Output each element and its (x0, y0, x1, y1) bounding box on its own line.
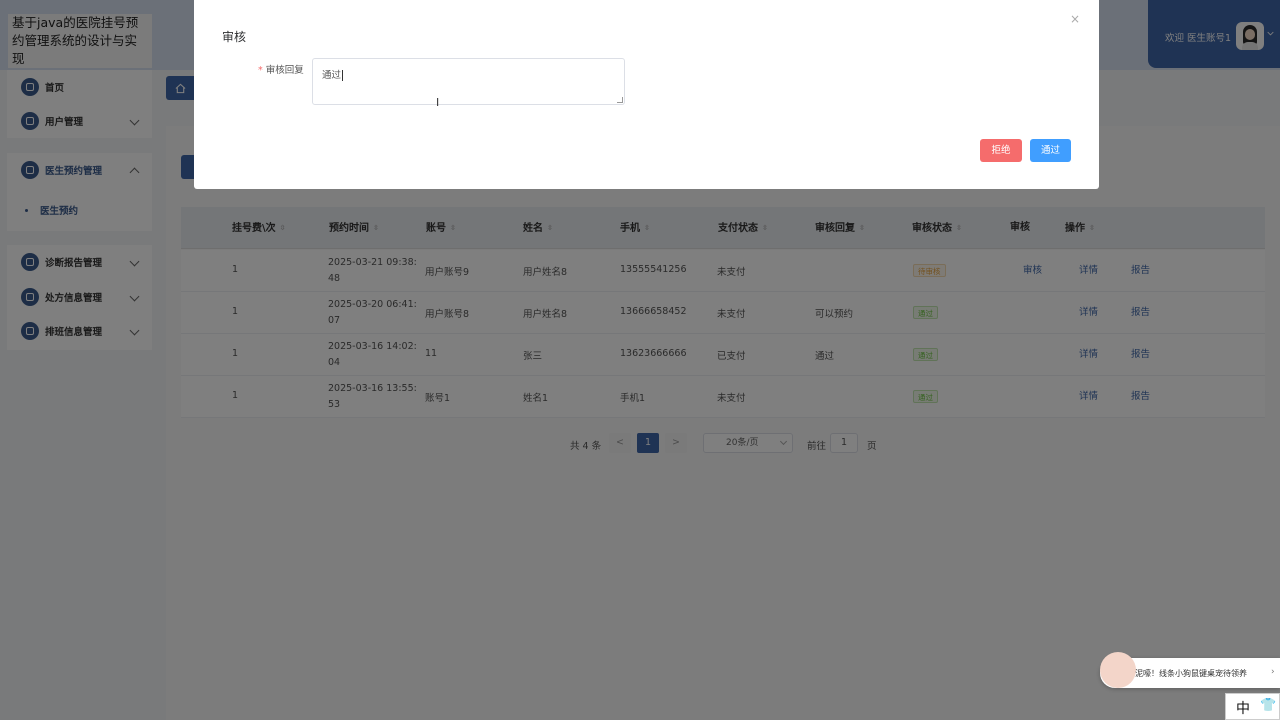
app-root: 基于java的医院挂号预约管理系统的设计与实现 欢迎 医生账号1 首页 用户管理 (0, 0, 1280, 720)
ibeam-cursor-icon: I (436, 96, 440, 109)
reply-textarea[interactable]: 通过 (312, 58, 625, 105)
ime-mode-toggle[interactable]: 中 (1236, 698, 1250, 718)
resize-handle[interactable] (617, 97, 623, 103)
shirt-icon[interactable]: 👕 (1260, 698, 1276, 713)
required-mark: * (258, 65, 263, 76)
reply-label: * 审核回复 (258, 62, 304, 76)
reply-text: 通过 (322, 70, 342, 81)
chevron-right-icon[interactable]: › (1271, 667, 1275, 677)
puppy-mascot-icon (1100, 652, 1136, 688)
notification-banner[interactable]: 泥嚎！线条小狗鼠键桌宠待领养 › (1100, 652, 1280, 688)
ime-toolbar: 中 👕 (1225, 693, 1280, 720)
notification-text: 泥嚎！线条小狗鼠键桌宠待领养 (1135, 669, 1247, 678)
audit-dialog: 审核 × * 审核回复 通过 I 拒绝 通过 (194, 0, 1099, 189)
reject-button[interactable]: 拒绝 (980, 139, 1022, 162)
text-caret (342, 70, 344, 81)
dialog-title: 审核 (222, 30, 247, 44)
reply-label-text: 审核回复 (265, 65, 304, 76)
pass-button[interactable]: 通过 (1030, 139, 1071, 162)
close-icon[interactable]: × (1070, 12, 1080, 26)
